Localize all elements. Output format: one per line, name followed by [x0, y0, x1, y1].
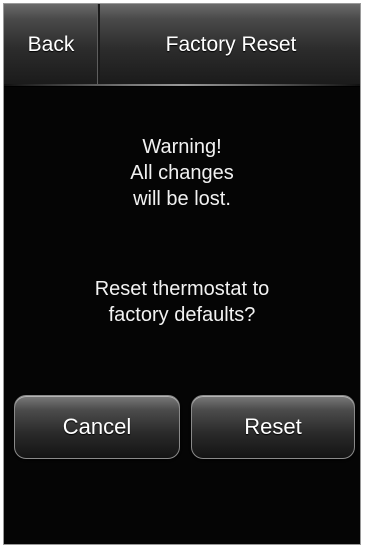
- question-line-2: factory defaults?: [108, 304, 256, 326]
- page-title: Factory Reset: [165, 33, 297, 56]
- cancel-button[interactable]: Cancel: [14, 395, 180, 459]
- confirmation-question: Reset thermostat to factory defaults?: [4, 276, 360, 328]
- warning-message: Warning! All changes will be lost.: [4, 134, 360, 212]
- header-bar: Back Factory Reset: [4, 4, 360, 87]
- reset-button[interactable]: Reset: [191, 395, 355, 459]
- back-button-label: Back: [27, 33, 75, 56]
- warning-line-3: will be lost.: [133, 188, 231, 210]
- warning-line-1: Warning!: [142, 136, 222, 158]
- warning-line-2: All changes: [130, 162, 234, 184]
- back-button[interactable]: Back: [4, 4, 100, 86]
- question-line-1: Reset thermostat to: [94, 278, 270, 300]
- thermostat-screen: Back Factory Reset Warning! All changes …: [3, 3, 361, 545]
